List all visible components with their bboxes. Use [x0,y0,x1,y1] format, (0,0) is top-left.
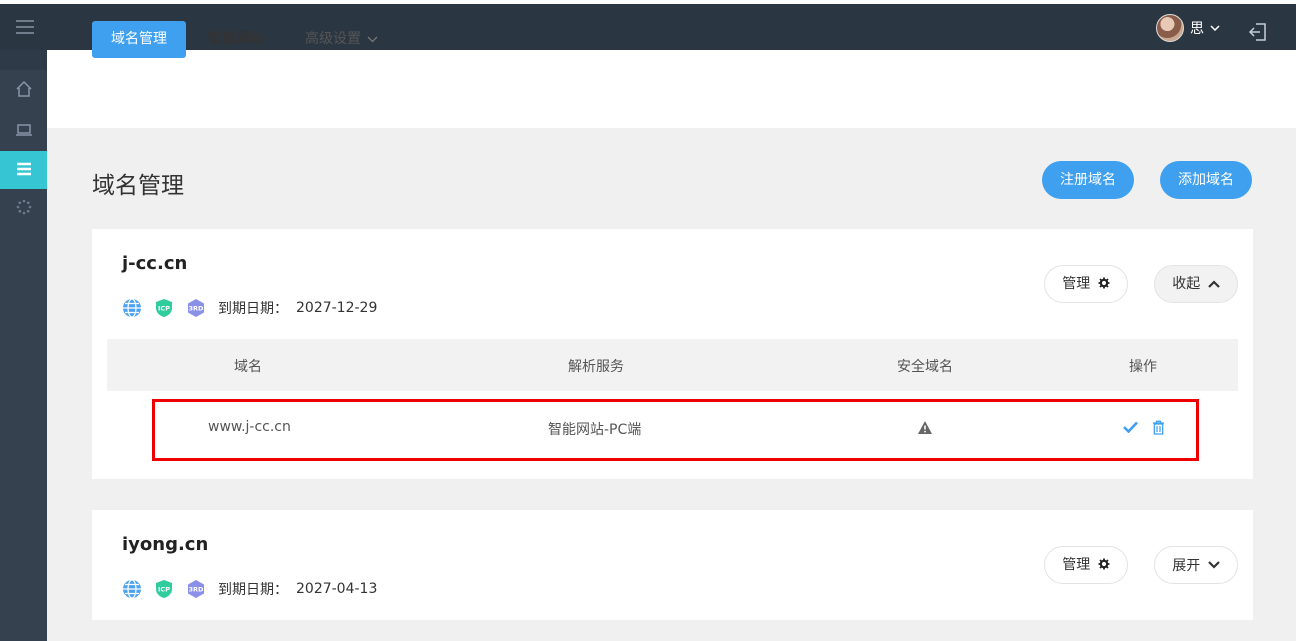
manage-button[interactable]: 管理 [1044,265,1128,303]
svg-text:ICP: ICP [158,586,170,594]
globe-icon [122,298,142,318]
sidebar-top-strip [0,50,47,70]
svg-text:3RD: 3RD [189,305,205,313]
collapse-button[interactable]: 收起 [1154,265,1238,303]
domain-name: iyong.cn [122,534,209,555]
expire-label: 到期日期： [218,301,288,317]
tab-advanced-settings[interactable]: 高级设置 [305,21,378,58]
icp-icon: ICP [154,579,174,599]
expand-button[interactable]: 展开 [1154,546,1238,584]
3rd-icon: 3RD [186,298,206,318]
table-header: 域名 解析服务 安全域名 操作 [107,339,1238,391]
3rd-icon: 3RD [186,579,206,599]
spinner-icon [16,199,32,219]
gear-icon [1098,267,1110,303]
column-header-resolve-service: 解析服务 [568,359,624,375]
domain-name: j-cc.cn [122,253,188,274]
domain-info: ICP 3RD 到期日期： 2027-04-13 [122,579,377,599]
domain-info: ICP 3RD 到期日期： 2027-12-29 [122,298,377,318]
tab-domain-management[interactable]: 域名管理 [92,21,186,58]
home-icon [15,80,33,102]
column-header-actions: 操作 [1129,359,1157,375]
chevron-up-icon [1207,266,1220,302]
page-title: 域名管理 [92,173,184,199]
avatar [1156,14,1184,42]
user-menu[interactable]: 思 [1156,13,1220,43]
add-domain-button[interactable]: 添加域名 [1160,161,1252,199]
manage-button-label: 管理 [1062,276,1091,292]
tab-bar [47,50,1296,128]
column-header-domain: 域名 [234,359,262,375]
expire-date: 2027-04-13 [296,581,378,597]
expire-date: 2027-12-29 [296,300,378,316]
highlight-box [152,399,1199,461]
manage-button-label: 管理 [1062,557,1091,573]
sidebar-item-loading[interactable] [0,190,47,228]
user-name: 思 [1190,21,1204,37]
column-header-secure-domain: 安全域名 [897,359,953,375]
logout-icon[interactable] [1248,22,1268,42]
svg-text:3RD: 3RD [189,586,205,594]
collapse-button-label: 收起 [1172,276,1201,292]
domain-card: iyong.cn ICP 3RD 到期日期： 2027-04-13 管理 展开 [92,510,1253,620]
expand-button-label: 展开 [1172,558,1201,574]
tab-smart-website[interactable]: 智能网站 [208,21,264,58]
sidebar-item-home[interactable] [0,72,47,110]
chevron-down-icon [1207,547,1220,583]
chevron-down-icon [1210,23,1220,34]
gear-icon [1098,548,1110,584]
sidebar-item-list[interactable] [0,151,47,189]
chevron-down-icon [367,36,378,43]
register-domain-button[interactable]: 注册域名 [1042,161,1134,199]
laptop-icon [15,122,33,141]
manage-button[interactable]: 管理 [1044,546,1128,584]
svg-text:ICP: ICP [158,305,170,313]
tab-advanced-settings-label: 高级设置 [305,31,361,47]
expire-label: 到期日期： [218,582,288,598]
top-navbar: 思 [0,4,1296,50]
sidebar-item-computer[interactable] [0,112,47,150]
globe-icon [122,579,142,599]
icp-icon: ICP [154,298,174,318]
menu-icon[interactable] [16,20,34,34]
list-icon [16,161,32,180]
